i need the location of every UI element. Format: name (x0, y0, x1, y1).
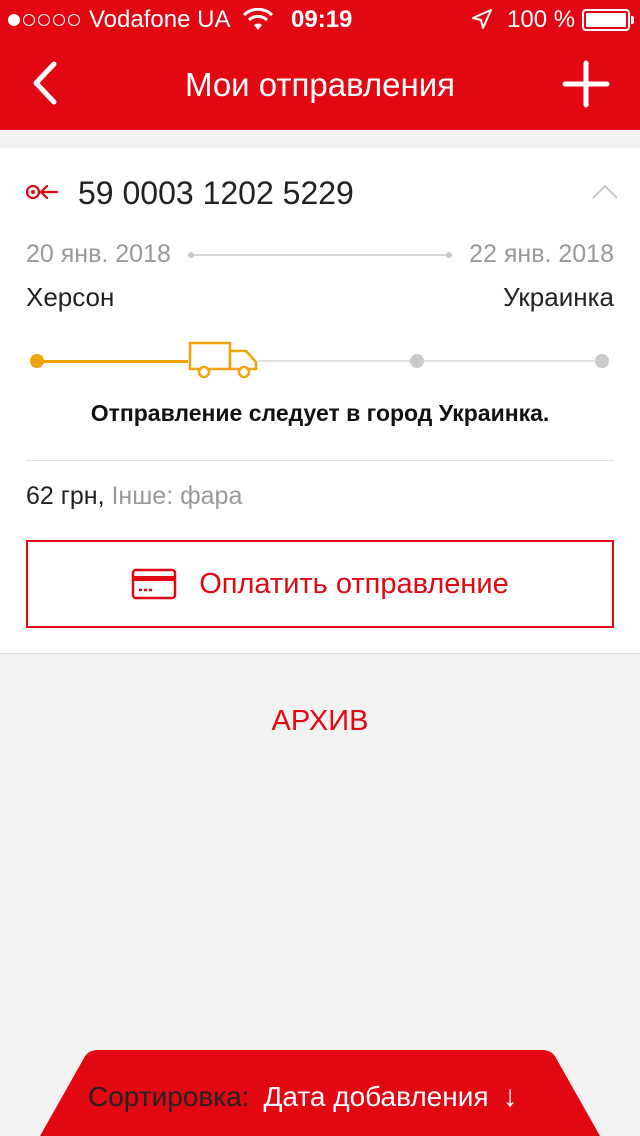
wifi-icon (243, 8, 273, 30)
shipment-status: Отправление следует в город Украинка. (90, 400, 550, 426)
chevron-up-icon[interactable] (592, 184, 618, 200)
battery-percent: 100 % (507, 6, 576, 33)
divider (26, 460, 614, 461)
shipment-card[interactable]: 59 0003 1202 5229 20 янв. 2018 22 янв. 2… (0, 148, 640, 654)
sort-label: Сортировка: (88, 1081, 250, 1112)
app-header: Vodafone UA 09:19 100 % Мои отправления (0, 0, 640, 130)
status-bar: Vodafone UA 09:19 100 % (0, 0, 640, 40)
sort-direction-icon[interactable]: ↓ (503, 1080, 518, 1114)
date-connector (188, 252, 452, 258)
progress-remaining (258, 360, 602, 362)
sort-bar[interactable]: Сортировка: Дата добавления ↓ (0, 1050, 640, 1136)
shipment-price-line: 62 грн, Інше: фара (26, 482, 242, 511)
pay-shipment-label: Оплатить отправление (199, 567, 509, 600)
pay-shipment-button[interactable]: Оплатить отправление (26, 540, 614, 628)
shipment-price: 62 грн, (26, 482, 105, 510)
origin-city: Херсон (26, 282, 115, 312)
progress-step-done (30, 354, 44, 368)
battery-icon (582, 9, 634, 31)
page-title: Мои отправления (184, 66, 456, 103)
tracking-number: 59 0003 1202 5229 (78, 175, 354, 211)
delivery-progress (30, 340, 610, 380)
truck-icon (188, 341, 258, 379)
archive-link[interactable]: АРХИВ (0, 705, 640, 738)
signal-icon (8, 14, 80, 26)
location-arrow-icon (472, 9, 492, 29)
sort-value: Дата добавления (263, 1081, 489, 1112)
shipment-description: Інше: фара (111, 482, 243, 510)
incoming-parcel-icon (25, 184, 59, 200)
progress-step (410, 354, 424, 368)
credit-card-icon (132, 568, 177, 600)
destination-city: Украинка (503, 282, 614, 312)
sort-control[interactable]: Сортировка: Дата добавления ↓ (88, 1080, 518, 1114)
status-time: 09:19 (291, 6, 353, 33)
progress-completed (38, 360, 188, 363)
carrier-name: Vodafone UA (89, 6, 231, 33)
progress-step (595, 354, 609, 368)
departure-date: 20 янв. 2018 (26, 240, 171, 268)
add-shipment-button[interactable] (562, 60, 610, 108)
arrival-date: 22 янв. 2018 (469, 240, 614, 268)
